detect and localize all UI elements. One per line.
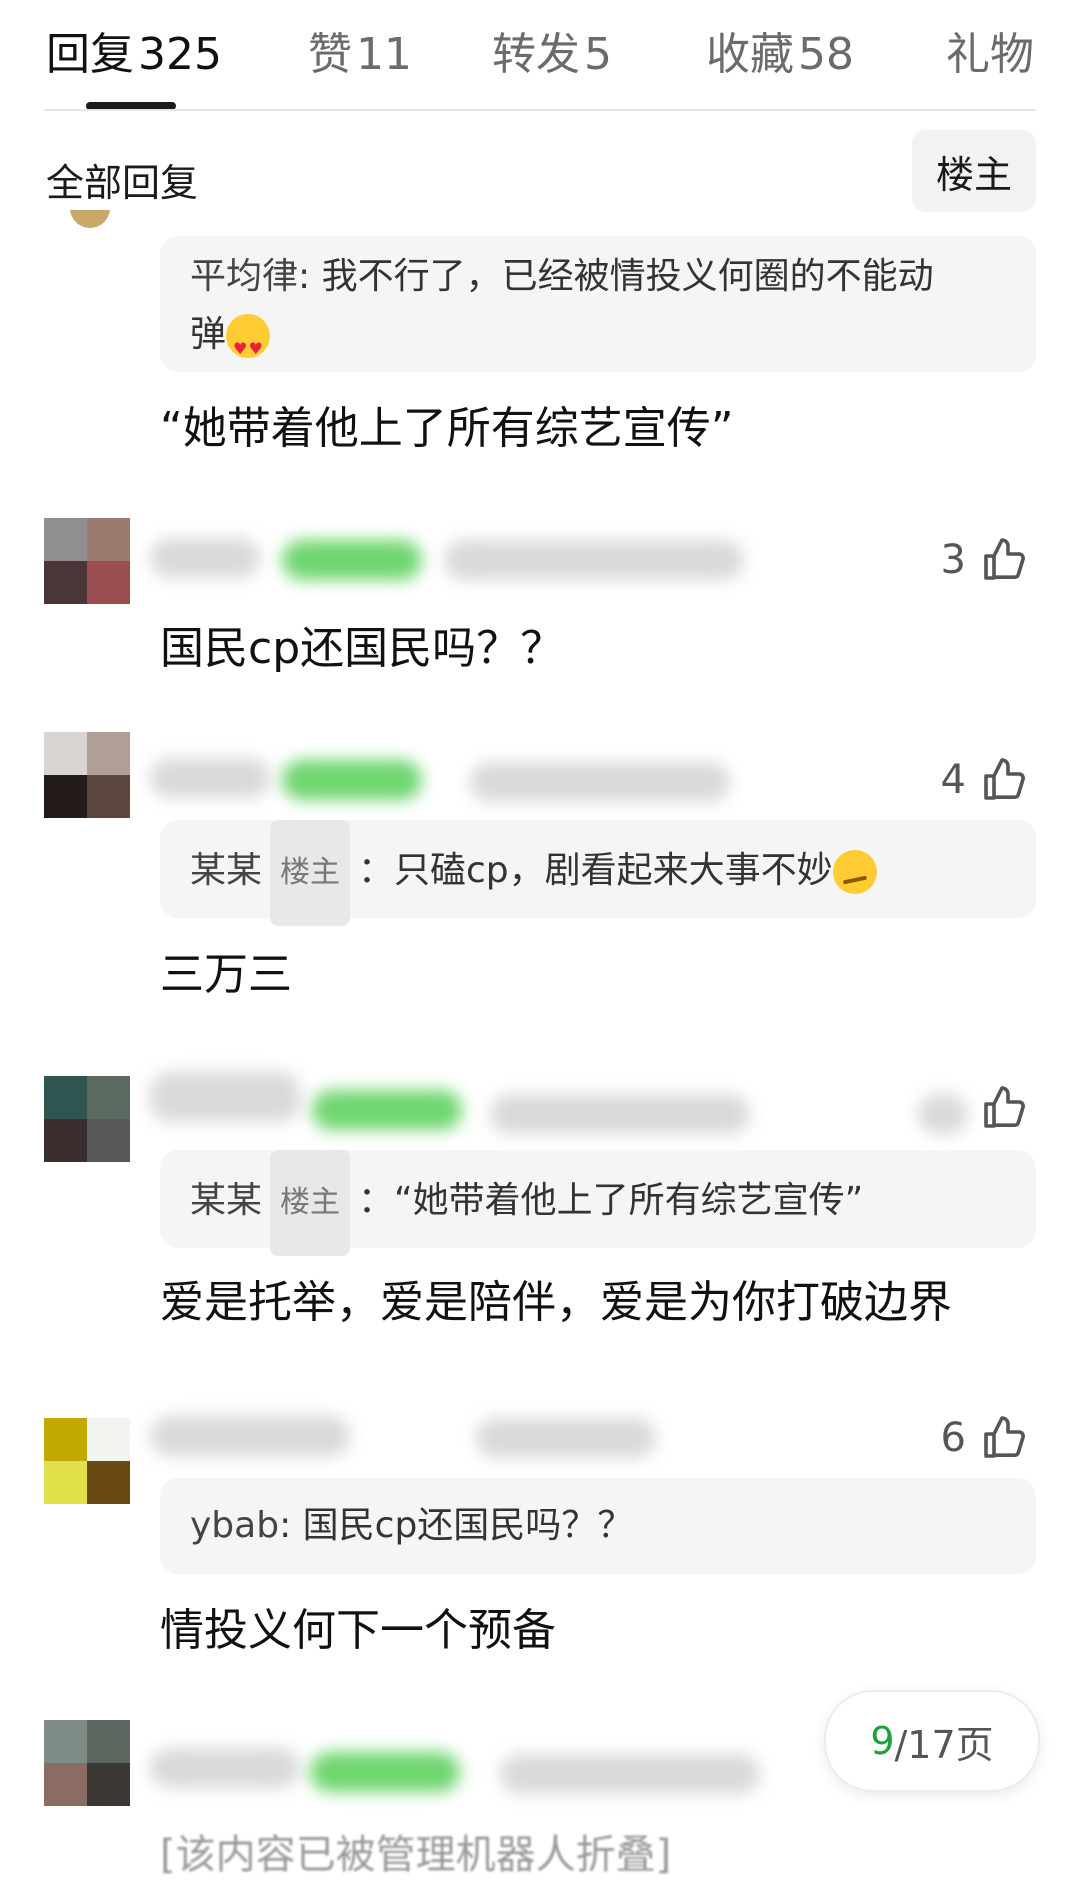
owner-only-button[interactable]: 楼主: [912, 130, 1036, 212]
smirk-emoji-icon: [832, 850, 877, 894]
tab-favorites[interactable]: 收藏58: [706, 18, 854, 82]
quote-text-continued: 弹: [190, 314, 227, 355]
thumbs-up-icon: [984, 1416, 1025, 1458]
user-badge-blurred: [312, 1090, 462, 1130]
user-badge-blurred: [282, 760, 422, 800]
total-pages: /17页: [894, 1722, 994, 1767]
tab-count: 11: [356, 29, 412, 80]
avatar[interactable]: [70, 210, 110, 234]
avatar[interactable]: [44, 1076, 130, 1162]
tab-likes[interactable]: 赞11: [308, 18, 412, 82]
quote-author[interactable]: 平均律: [190, 256, 298, 297]
quote-text: 我不行了，已经被情投义何圈的不能动: [321, 256, 934, 297]
tab-reposts[interactable]: 转发5: [492, 18, 612, 82]
heart-eyes-emoji-icon: [226, 314, 271, 378]
quoted-comment[interactable]: 某某 楼主 ：“她带着他上了所有综艺宣传”: [160, 1150, 1036, 1256]
quoted-comment[interactable]: 平均律: 我不行了，已经被情投义何圈的不能动 弹: [160, 236, 1036, 378]
username-blurred[interactable]: [150, 1072, 300, 1122]
username-blurred[interactable]: [150, 758, 270, 798]
like-count: 4: [940, 757, 966, 803]
owner-tag: 楼主: [270, 1150, 351, 1256]
username-blurred[interactable]: [150, 1748, 300, 1788]
tab-count: 325: [138, 29, 222, 80]
tab-gifts[interactable]: 礼物: [946, 18, 1038, 82]
quote-text: 国民cp还国民吗？？: [302, 1505, 634, 1546]
quote-separator: :: [279, 1505, 303, 1546]
like-count: 3: [940, 537, 966, 583]
quote-author[interactable]: ybab: [190, 1505, 279, 1546]
quote-separator: :: [298, 256, 322, 297]
tab-count: 58: [798, 29, 854, 80]
reply-text: 国民cp还国民吗？？: [160, 623, 565, 674]
tab-count: 5: [584, 29, 612, 80]
time-location-blurred: [490, 1094, 750, 1134]
like-count-blurred: [918, 1094, 968, 1134]
reply-text: 情投义何下一个预备: [160, 1605, 556, 1656]
reply-text: 三万三: [160, 949, 292, 1000]
like-button[interactable]: [966, 1084, 1028, 1132]
tab-label: 回复: [46, 29, 134, 80]
quote-author[interactable]: 某某: [190, 850, 262, 891]
quote-text: ：“她带着他上了所有综艺宣传”: [358, 1180, 864, 1221]
avatar[interactable]: [44, 1720, 130, 1806]
tab-bar: 回复325 赞11 转发5 收藏58 礼物: [0, 0, 1080, 110]
time-location-blurred: [500, 1754, 760, 1794]
time-location-blurred: [470, 762, 730, 802]
username-blurred[interactable]: [150, 538, 260, 578]
thumbs-up-icon: [984, 758, 1025, 800]
filter-all-replies[interactable]: 全部回复: [46, 152, 198, 207]
tab-label: 赞: [308, 29, 352, 80]
user-badge-blurred: [282, 540, 422, 580]
quoted-comment[interactable]: 某某 楼主 ：只磕cp，剧看起来大事不妙: [160, 820, 1036, 926]
like-button[interactable]: 4: [941, 756, 1028, 804]
avatar[interactable]: [44, 518, 130, 604]
like-count: 6: [940, 1415, 966, 1461]
quote-author[interactable]: 某某: [190, 1180, 262, 1221]
thumbs-up-icon: [984, 538, 1025, 580]
folded-content-notice[interactable]: [该内容已被管理机器人折叠]: [160, 1822, 671, 1880]
avatar[interactable]: [44, 732, 130, 818]
divider: [44, 109, 1036, 111]
username-blurred[interactable]: [150, 1416, 350, 1456]
user-badge-blurred: [310, 1752, 460, 1792]
owner-tag: 楼主: [270, 820, 351, 926]
quote-text: ：只磕cp，剧看起来大事不妙: [358, 850, 833, 891]
current-page: 9: [870, 1719, 895, 1763]
page-indicator[interactable]: 9/17页: [824, 1690, 1040, 1792]
quoted-comment[interactable]: ybab: 国民cp还国民吗？？: [160, 1478, 1036, 1574]
avatar[interactable]: [44, 1418, 130, 1504]
reply-text: “她带着他上了所有综艺宣传”: [160, 403, 734, 454]
thumbs-up-icon: [984, 1086, 1025, 1128]
like-button[interactable]: 6: [941, 1414, 1028, 1462]
time-location-blurred: [476, 1418, 656, 1458]
tab-replies[interactable]: 回复325: [46, 18, 222, 82]
like-button[interactable]: 3: [941, 536, 1028, 584]
tab-label: 收藏: [706, 29, 794, 80]
tab-label: 转发: [492, 29, 580, 80]
time-location-blurred: [444, 540, 744, 580]
reply-text: 爱是托举，爱是陪伴，爱是为你打破边界: [160, 1277, 952, 1328]
tab-label: 礼物: [946, 29, 1034, 80]
